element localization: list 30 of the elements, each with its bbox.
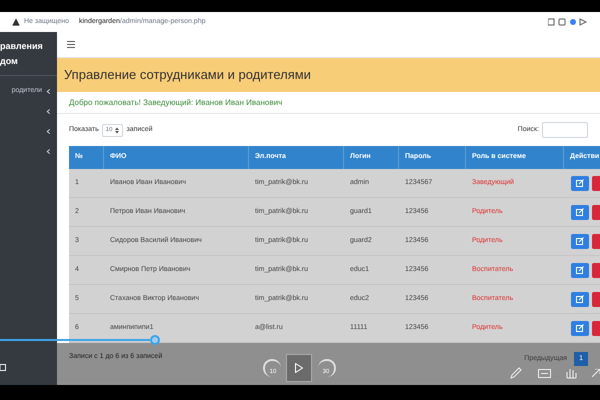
page-title: Управление сотрудниками и родителями xyxy=(64,66,311,84)
edit-icon xyxy=(576,208,584,216)
welcome-message: Добро пожаловать! Заведующий: Иванов Иван Иванович xyxy=(69,96,282,108)
edit-icon xyxy=(576,266,584,274)
search-field[interactable] xyxy=(542,122,588,138)
pencil-icon[interactable] xyxy=(510,367,522,379)
chevron-left-icon[interactable] xyxy=(46,128,51,134)
edit-button[interactable] xyxy=(571,176,589,190)
warning-icon xyxy=(12,18,20,26)
edit-icon xyxy=(576,237,584,245)
edit-button[interactable] xyxy=(571,292,589,306)
chevron-left-icon[interactable] xyxy=(46,108,51,114)
sort-arrows-icon xyxy=(115,126,120,134)
edit-icon xyxy=(576,179,584,187)
edit-button[interactable] xyxy=(571,234,589,248)
sidebar-brand: равления дом xyxy=(0,40,44,68)
edit-button[interactable] xyxy=(571,204,589,220)
browser-toolbar-icons[interactable] xyxy=(548,18,588,26)
screen-icon[interactable] xyxy=(0,364,6,371)
caption-icon[interactable] xyxy=(538,369,551,378)
edit-icon xyxy=(576,295,584,303)
play-icon xyxy=(295,363,303,373)
chevron-left-icon[interactable] xyxy=(46,88,51,94)
menu-icon[interactable] xyxy=(67,41,75,48)
expand-icon[interactable] xyxy=(592,369,600,377)
edit-button[interactable] xyxy=(571,262,589,278)
play-button[interactable] xyxy=(286,354,312,382)
edit-button[interactable] xyxy=(571,320,589,336)
chevron-left-icon[interactable] xyxy=(46,148,51,154)
edit-icon xyxy=(576,324,584,332)
